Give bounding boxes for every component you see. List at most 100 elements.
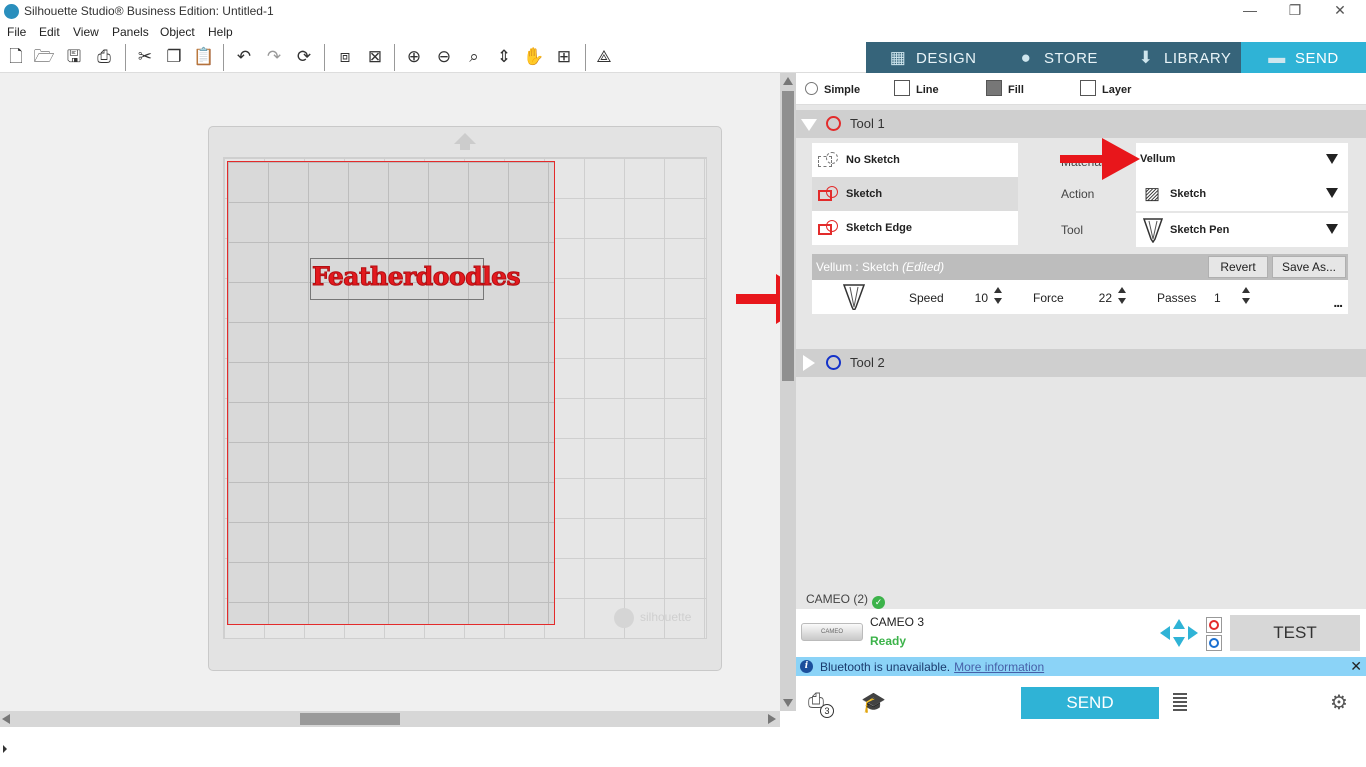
send-button[interactable]: SEND (1021, 687, 1159, 719)
tool-label: Tool (1061, 223, 1084, 237)
tab-send[interactable]: ▬ SEND (1241, 42, 1366, 73)
tool-dropdown[interactable]: Sketch Pen (1136, 213, 1348, 247)
fit-to-page-icon[interactable]: ⇕ (492, 46, 516, 68)
select-all-icon[interactable]: ⧈ (333, 46, 357, 68)
increment-icon[interactable] (1242, 287, 1250, 293)
trace-icon[interactable]: ⟁ (592, 46, 616, 68)
tab-library[interactable]: ⬇ LIBRARY (1136, 42, 1246, 73)
passes-stepper[interactable]: 1 (1210, 284, 1252, 310)
tab-design[interactable]: ▦ DESIGN (888, 42, 1028, 73)
speed-stepper[interactable]: 10 (962, 284, 1004, 310)
tool2-select-icon[interactable] (1206, 635, 1222, 651)
decrement-icon[interactable] (1118, 298, 1126, 304)
increment-icon[interactable] (994, 287, 1002, 293)
passes-label: Passes (1157, 291, 1197, 305)
toolbar-divider (324, 44, 325, 71)
line-mode-icon (894, 80, 910, 96)
silhouette-s-icon: ● (1020, 48, 1032, 67)
menu-help[interactable]: Help (208, 25, 233, 39)
menu-edit[interactable]: Edit (39, 25, 60, 39)
option-sketch-edge[interactable]: Sketch Edge (812, 211, 1018, 245)
tab-line[interactable]: Line (894, 73, 939, 105)
undo-icon[interactable]: ↶ (232, 46, 256, 68)
silhouette-watermark: silhouette (614, 608, 691, 628)
design-canvas[interactable]: Featherdoodles silhouette (0, 73, 816, 767)
save-as-button[interactable]: Save As... (1272, 256, 1346, 278)
copy-icon[interactable]: ❐ (162, 46, 186, 68)
dismiss-notice-button[interactable]: ✕ (1350, 658, 1362, 675)
page-area (227, 161, 555, 625)
revert-button[interactable]: Revert (1208, 256, 1268, 278)
send-panel: Simple Line Fill Layer Tool 1 No Sketch … (796, 73, 1366, 729)
bluetooth-message: Bluetooth is unavailable. (820, 660, 951, 674)
save-icon[interactable]: 🖫 (62, 46, 86, 68)
menu-object[interactable]: Object (160, 25, 195, 39)
gear-icon[interactable]: ⚙ (1330, 690, 1348, 715)
send-mode-tabs: Simple Line Fill Layer (796, 73, 1366, 105)
new-file-icon[interactable]: 🗋 (4, 46, 28, 68)
increment-icon[interactable] (1118, 287, 1126, 293)
test-button[interactable]: TEST (1230, 615, 1360, 651)
scroll-up-icon[interactable] (783, 77, 793, 85)
tool1-select-icon[interactable] (1206, 617, 1222, 633)
more-information-link[interactable]: More information (954, 660, 1044, 674)
zoom-select-icon[interactable]: ⌕ (462, 46, 486, 68)
paste-icon[interactable]: 📋 (192, 46, 216, 68)
menu-panels[interactable]: Panels (112, 25, 149, 39)
sketch-icon (818, 186, 840, 202)
job-list-icon[interactable] (1173, 693, 1187, 713)
silhouette-logo-icon (614, 608, 634, 628)
more-options-button[interactable]: ... (1333, 294, 1343, 310)
collapse-arrow-icon[interactable] (801, 119, 817, 131)
cutter-icon: ▬ (1268, 48, 1286, 67)
option-sketch[interactable]: Sketch (812, 177, 1018, 211)
tab-fill[interactable]: Fill (986, 73, 1024, 105)
menu-file[interactable]: File (7, 25, 26, 39)
move-arrows-icon[interactable] (1160, 619, 1198, 647)
tab-simple[interactable]: Simple (805, 73, 860, 105)
print-icon[interactable]: ⎙ (92, 46, 116, 68)
tool2-header[interactable]: Tool 2 (796, 349, 1366, 377)
scroll-left-icon[interactable] (2, 714, 10, 724)
cameo-device-image: CAMEO (801, 623, 863, 641)
tool2-label: Tool 2 (850, 355, 885, 370)
tutorial-cap-icon[interactable]: 🎓 (861, 690, 886, 715)
tab-layer[interactable]: Layer (1080, 73, 1131, 105)
redraw-icon[interactable]: ⟳ (292, 46, 316, 68)
design-text-object[interactable]: Featherdoodles (312, 262, 522, 292)
dropdown-caret-icon (1326, 224, 1338, 234)
redo-icon[interactable]: ↷ (262, 46, 286, 68)
device-name: CAMEO 3 (870, 615, 925, 629)
action-dropdown[interactable]: ▨ Sketch (1136, 177, 1348, 211)
restore-button[interactable]: ❐ (1285, 2, 1305, 19)
horizontal-scroll-thumb[interactable] (300, 713, 400, 725)
close-button[interactable]: ✕ (1330, 2, 1350, 19)
scroll-down-icon[interactable] (783, 699, 793, 707)
option-no-sketch[interactable]: No Sketch (812, 143, 1018, 177)
connected-check-icon: ✓ (872, 596, 886, 609)
vertical-scroll-thumb[interactable] (782, 91, 794, 381)
expand-arrow-icon[interactable] (803, 355, 815, 371)
decrement-icon[interactable] (1242, 298, 1250, 304)
expand-left-panel-handle[interactable] (0, 731, 10, 767)
pan-hand-icon[interactable]: ✋ (522, 46, 546, 68)
open-folder-icon[interactable]: 🗁 (32, 46, 56, 68)
sketch-edge-icon (818, 220, 840, 236)
minimize-button[interactable]: — (1240, 2, 1260, 18)
zoom-out-icon[interactable]: ⊖ (432, 46, 456, 68)
device-row[interactable]: CAMEO CAMEO 3 Ready TEST (796, 609, 1366, 657)
zoom-in-icon[interactable]: ⊕ (402, 46, 426, 68)
force-stepper[interactable]: 22 (1086, 284, 1128, 310)
material-dropdown[interactable]: Vellum (1136, 143, 1348, 177)
deselect-icon[interactable]: ⊠ (363, 46, 387, 68)
horizontal-scrollbar[interactable] (0, 711, 780, 727)
add-page-icon[interactable]: ⊞ (552, 46, 576, 68)
vertical-scrollbar[interactable] (780, 73, 796, 711)
decrement-icon[interactable] (994, 298, 1002, 304)
tool2-ring-icon (826, 355, 841, 370)
menu-view[interactable]: View (73, 25, 99, 39)
cut-icon[interactable]: ✂ (133, 46, 157, 68)
scroll-right-icon[interactable] (768, 714, 776, 724)
tool1-header[interactable]: Tool 1 (796, 110, 1366, 138)
tab-store[interactable]: ● STORE (1016, 42, 1136, 73)
